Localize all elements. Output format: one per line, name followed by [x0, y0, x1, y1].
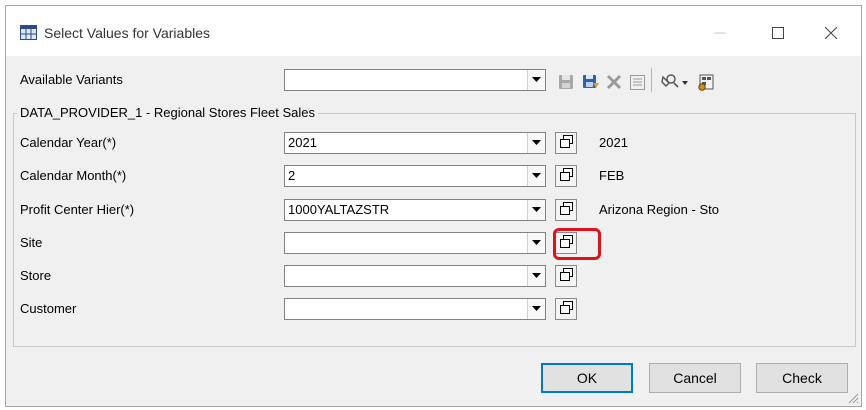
multiple-selection-icon [559, 268, 573, 284]
window-title: Select Values for Variables [44, 25, 211, 41]
personalize-icon[interactable] [659, 72, 691, 92]
variable-value[interactable]: 2 [288, 168, 295, 183]
variable-label: Customer [20, 301, 77, 316]
variable-label: Calendar Year(*) [20, 135, 117, 150]
select-values-button[interactable] [555, 165, 577, 187]
variable-label: Site [20, 235, 43, 250]
variable-dropdown[interactable]: 1000YALTAZSTR [284, 199, 546, 221]
multiple-selection-icon [559, 301, 573, 317]
maximize-button[interactable] [758, 20, 798, 46]
resize-grip-icon[interactable] [847, 392, 859, 404]
delete-icon[interactable] [604, 72, 624, 92]
variable-dropdown[interactable] [284, 265, 546, 287]
group-title: DATA_PROVIDER_1 - Regional Stores Fleet … [17, 105, 319, 120]
chevron-down-icon[interactable] [527, 200, 545, 220]
variants-dropdown[interactable] [284, 69, 546, 91]
highlight-annotation [553, 228, 601, 260]
variable-dropdown[interactable]: 2 [284, 165, 546, 187]
select-values-button[interactable] [555, 199, 577, 221]
chevron-down-icon[interactable] [527, 166, 545, 186]
title-bar: Select Values for Variables [6, 6, 861, 56]
variable-value[interactable]: 1000YALTAZSTR [288, 202, 389, 217]
app-icon [20, 25, 37, 40]
minimize-button[interactable] [700, 20, 740, 46]
chevron-down-icon[interactable] [527, 266, 545, 286]
chevron-down-icon[interactable] [527, 299, 545, 319]
variable-value[interactable]: 2021 [288, 135, 317, 150]
check-button[interactable]: Check [756, 363, 848, 393]
variable-dropdown[interactable] [284, 232, 546, 254]
variable-dropdown[interactable]: 2021 [284, 132, 546, 154]
chevron-down-icon[interactable] [527, 133, 545, 153]
variable-description: FEB [599, 168, 625, 183]
multiple-selection-icon [559, 168, 573, 184]
chevron-down-icon[interactable] [527, 70, 545, 90]
variable-description: Arizona Region - Sto [599, 202, 719, 217]
variable-label: Profit Center Hier(*) [20, 202, 135, 217]
chevron-down-icon[interactable] [527, 233, 545, 253]
ok-button[interactable]: OK [541, 363, 633, 393]
save-icon[interactable] [556, 72, 576, 92]
variable-label: Store [20, 268, 52, 283]
multiple-selection-icon [559, 135, 573, 151]
select-values-button[interactable] [555, 298, 577, 320]
multiple-selection-icon [559, 202, 573, 218]
dialog-window: Select Values for Variables Available Va… [5, 5, 862, 407]
save-as-icon[interactable] [581, 72, 601, 92]
cancel-button[interactable]: Cancel [649, 363, 741, 393]
close-button[interactable] [811, 20, 851, 46]
variable-description: 2021 [599, 135, 628, 150]
variants-label: Available Variants [20, 72, 123, 87]
settings-icon[interactable] [696, 72, 716, 92]
toolbar-separator [651, 68, 652, 92]
variable-label: Calendar Month(*) [20, 168, 127, 183]
select-values-button[interactable] [555, 132, 577, 154]
details-icon[interactable] [627, 72, 647, 92]
select-values-button[interactable] [555, 265, 577, 287]
variable-dropdown[interactable] [284, 298, 546, 320]
